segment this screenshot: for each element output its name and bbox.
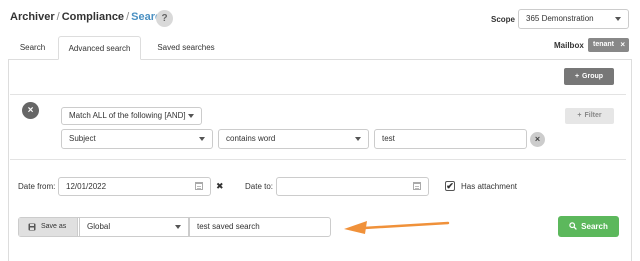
rule-operator-select[interactable]: contains word — [218, 129, 369, 149]
calendar-icon[interactable] — [195, 182, 203, 190]
tab-search[interactable]: Search — [8, 36, 57, 60]
date-from-input[interactable]: 12/01/2022 — [58, 177, 211, 196]
plus-icon: + — [574, 73, 580, 80]
scope-label: Scope — [491, 15, 516, 24]
tab-advanced-search[interactable]: Advanced search — [58, 36, 141, 60]
save-as-button[interactable]: Save as — [19, 218, 78, 236]
save-scope-value: Global — [87, 222, 111, 231]
date-to-input[interactable] — [276, 177, 429, 196]
has-attachment-checkbox[interactable]: ✔ — [445, 181, 455, 191]
plus-icon: + — [577, 112, 582, 119]
help-icon[interactable]: ? — [156, 10, 173, 27]
search-icon — [569, 222, 578, 230]
tab-saved-searches[interactable]: Saved searches — [144, 36, 228, 60]
rule-field-select[interactable]: Subject — [61, 129, 213, 149]
save-scope-select[interactable]: Global — [79, 217, 189, 237]
chevron-down-icon — [188, 114, 194, 118]
date-from-label: Date from: — [18, 182, 56, 191]
add-filter-label: Filter — [584, 112, 602, 119]
scope-select-value: 365 Demonstration — [526, 14, 594, 23]
save-search-group: Save as Global test saved search — [18, 217, 331, 237]
chevron-down-icon — [175, 225, 181, 229]
match-mode-select[interactable]: Match ALL of the following [AND] — [61, 107, 202, 125]
annotation-arrow-icon — [344, 221, 450, 234]
saved-search-name-input[interactable]: test saved search — [189, 217, 331, 237]
chevron-down-icon — [199, 137, 205, 141]
breadcrumb-compliance[interactable]: Compliance — [62, 11, 124, 23]
date-from-value: 12/01/2022 — [66, 182, 107, 191]
scope-select[interactable]: 365 Demonstration — [518, 9, 629, 29]
remove-rule-icon[interactable]: × — [530, 132, 545, 147]
rule-value-input[interactable]: test — [374, 129, 527, 149]
search-button[interactable]: Search — [558, 216, 619, 237]
remove-tag-icon[interactable]: × — [620, 38, 625, 52]
breadcrumb-separator: / — [56, 11, 60, 23]
search-button-label: Search — [581, 222, 608, 231]
date-to-label: Date to: — [245, 182, 274, 191]
calendar-icon[interactable] — [413, 182, 421, 190]
save-as-label: Save as — [41, 223, 67, 230]
match-mode-value: Match ALL of the following [AND] — [69, 111, 186, 120]
add-group-button[interactable]: + Group — [564, 68, 614, 85]
mailbox-label: Mailbox — [554, 41, 584, 50]
has-attachment-label: Has attachment — [461, 182, 518, 191]
mailbox-tag: tenant × — [588, 38, 629, 52]
add-filter-button[interactable]: + Filter — [565, 108, 614, 124]
add-group-label: Group — [582, 73, 604, 80]
remove-group-icon[interactable]: × — [22, 102, 39, 119]
breadcrumb-archiver[interactable]: Archiver — [10, 11, 55, 23]
mailbox-tag-label: tenant — [593, 41, 614, 48]
rule-field-value: Subject — [69, 134, 96, 143]
chevron-down-icon — [615, 17, 621, 21]
clear-date-icon[interactable]: ✖ — [216, 181, 224, 192]
chevron-down-icon — [355, 137, 361, 141]
rule-group — [10, 94, 626, 160]
save-icon — [28, 223, 36, 231]
top-bar: Archiver / Compliance / Search ? Scope 365 D… — [0, 0, 640, 36]
rule-operator-value: contains word — [226, 134, 276, 143]
breadcrumb: Archiver / Compliance / Search — [10, 11, 168, 23]
breadcrumb-separator: / — [126, 11, 130, 23]
